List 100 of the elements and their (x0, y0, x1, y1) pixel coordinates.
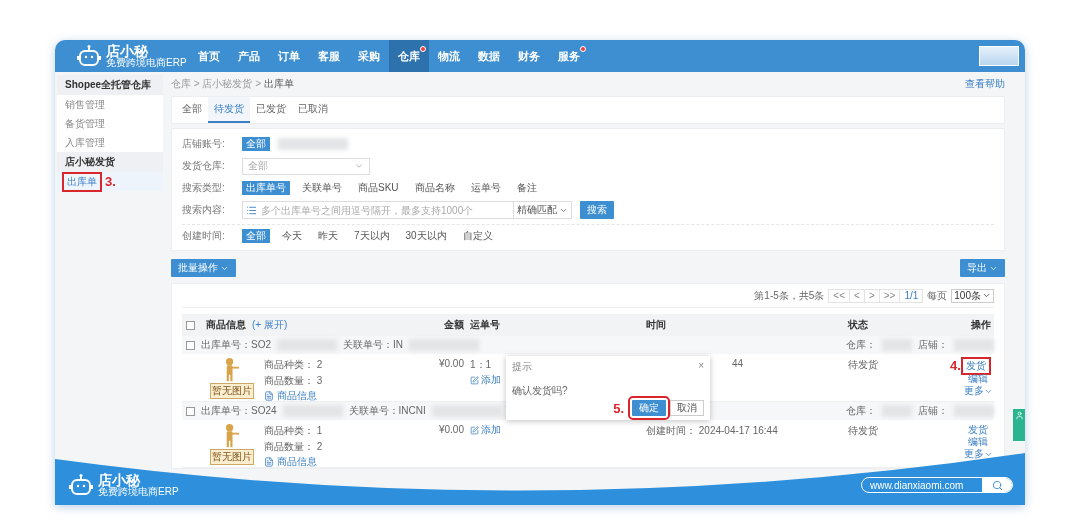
sidebar-item[interactable]: 备货管理 (57, 114, 163, 133)
status-tab[interactable]: 已取消 (292, 97, 334, 123)
cancel-button[interactable]: 取消 (670, 400, 704, 416)
product-quantity: 商品数量： 3 (264, 374, 323, 388)
breadcrumb: 仓库 > 店小秘发货 > 出库单 (171, 77, 294, 91)
per-page-label: 每页 (927, 288, 948, 303)
column-header: 状态 (846, 318, 869, 332)
step-number: 4. (950, 358, 961, 373)
last-page-button[interactable]: >> (878, 289, 900, 302)
sidebar-group-title: 店小秘发货 (57, 152, 163, 172)
edit-icon (470, 425, 479, 435)
figure-icon (225, 358, 239, 382)
filter-option[interactable]: 全部 (242, 228, 270, 243)
chevron-down-icon (982, 291, 991, 300)
add-link[interactable]: 添加 (470, 374, 501, 386)
document-icon (264, 457, 274, 467)
nav-item[interactable]: 财务 (509, 40, 549, 72)
checkbox[interactable] (186, 340, 195, 350)
checkbox[interactable] (186, 406, 195, 416)
bulk-actions-button[interactable]: 批量操作 (171, 259, 236, 277)
no-image-label: 暂无图片 (210, 449, 254, 465)
filter-option[interactable]: 备注 (512, 181, 541, 195)
brand-tagline: 免费跨境电商ERP (98, 487, 179, 497)
nav-item[interactable]: 物流 (429, 40, 469, 72)
related-number: 关联单号：IN (343, 338, 403, 352)
status-tab[interactable]: 全部 (176, 97, 208, 123)
filter-option[interactable]: 今天 (278, 228, 306, 243)
nav-item[interactable]: 产品 (229, 40, 269, 72)
checkbox[interactable] (186, 320, 195, 330)
warehouse-select[interactable]: 全部 (242, 157, 370, 175)
warehouse-label: 仓库： (846, 338, 876, 352)
filter-label: 发货仓库: (182, 159, 226, 173)
sidebar-item[interactable]: 销售管理 (57, 95, 163, 114)
chevron-down-icon (354, 161, 364, 171)
blurred-text (954, 339, 994, 351)
status-tab[interactable]: 已发货 (250, 97, 292, 123)
filter-option[interactable]: 7天以内 (350, 228, 394, 243)
search-icon (991, 479, 1003, 491)
close-button[interactable]: × (698, 360, 704, 374)
order-status: 待发货 (848, 358, 878, 372)
status-tab[interactable]: 待发货 (208, 97, 250, 123)
expand-link[interactable]: (+ 展开) (252, 318, 288, 332)
amount: ¥0.00 (438, 424, 464, 435)
export-button[interactable]: 导出 (960, 259, 1005, 277)
action-link[interactable]: 发货 (968, 424, 988, 436)
nav-item[interactable]: 客服 (309, 40, 349, 72)
shop-label: 店铺： (918, 338, 948, 352)
document-icon (264, 391, 274, 401)
warehouse-label: 仓库： (846, 404, 876, 418)
no-image-label: 暂无图片 (210, 383, 254, 399)
more-menu-link[interactable]: 更多 (963, 385, 993, 397)
filter-option[interactable]: 商品名称 (410, 181, 459, 195)
more-menu-link[interactable]: 更多 (963, 448, 993, 460)
sidebar-group-title: Shopee全托管仓库 (57, 75, 163, 95)
filter-option[interactable]: 关联单号 (298, 181, 346, 195)
help-link[interactable]: 查看帮助 (965, 77, 1005, 91)
sidebar-item[interactable]: 出库单 3. (57, 172, 163, 191)
filter-option[interactable]: 出库单号 (242, 181, 290, 195)
brand-name: 店小秘 (98, 473, 140, 487)
column-header: 时间 (645, 318, 667, 332)
match-select[interactable]: 精确匹配 (513, 202, 571, 218)
filter-option[interactable]: 昨天 (314, 228, 342, 243)
related-number: 关联单号：INCNI (348, 404, 426, 418)
product-quantity: 商品数量： 2 (264, 440, 323, 454)
action-link[interactable]: 编辑 (968, 373, 988, 385)
nav-item[interactable]: 服务 (549, 40, 589, 72)
action-link[interactable]: 发货 (963, 359, 988, 372)
first-page-button[interactable]: << (829, 289, 850, 302)
search-button[interactable]: 搜索 (580, 201, 614, 219)
filter-label: 店铺账号: (182, 137, 226, 151)
next-page-button[interactable]: > (863, 289, 879, 302)
order-number: 出库单号：SO2 (201, 338, 271, 352)
edit-icon (470, 375, 479, 385)
side-help-tab[interactable] (1013, 409, 1025, 441)
prev-page-button[interactable]: < (849, 289, 864, 302)
search-field[interactable]: 多个出库单号之间用逗号隔开，最多支持1000个 精确匹配 (242, 201, 572, 219)
page-number: 1/1 (899, 289, 923, 302)
user-avatar[interactable] (979, 46, 1019, 66)
brand-tagline: 免费跨境电商ERP (106, 58, 187, 68)
product-info-link[interactable]: 商品信息 (264, 456, 317, 468)
filter-option[interactable]: 运单号 (466, 181, 505, 195)
list-icon (246, 204, 257, 216)
nav-item[interactable]: 数据 (469, 40, 509, 72)
nav-item[interactable]: 首页 (189, 40, 229, 72)
filter-option[interactable]: 自定义 (458, 228, 497, 243)
filter-label: 搜索类型: (182, 181, 226, 195)
filter-option[interactable]: 商品SKU (354, 181, 403, 195)
product-types: 商品种类： 1 (264, 424, 323, 438)
nav-item[interactable]: 订单 (269, 40, 309, 72)
nav-item[interactable]: 仓库 (389, 40, 429, 72)
action-link[interactable]: 编辑 (968, 436, 988, 448)
order-status: 待发货 (848, 424, 878, 438)
filter-option[interactable]: 全部 (242, 137, 270, 151)
brand-name: 店小秘 (106, 44, 148, 58)
filter-option[interactable]: 30天以内 (401, 228, 451, 243)
product-info-link[interactable]: 商品信息 (264, 390, 317, 402)
nav-item[interactable]: 采购 (349, 40, 389, 72)
per-page-select[interactable]: 100条 (951, 288, 994, 303)
add-link[interactable]: 添加 (470, 424, 501, 436)
sidebar-item[interactable]: 入库管理 (57, 133, 163, 152)
